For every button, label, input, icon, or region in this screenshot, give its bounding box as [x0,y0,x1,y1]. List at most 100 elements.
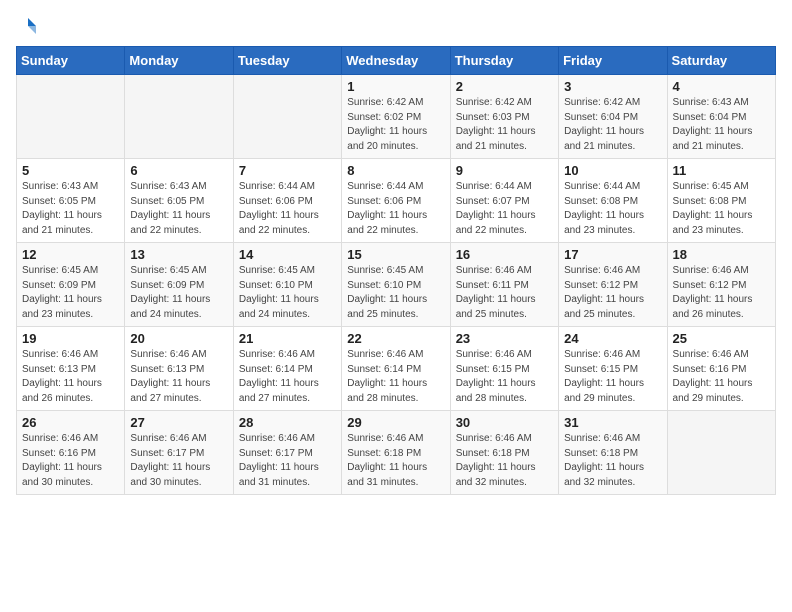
calendar-cell: 14Sunrise: 6:45 AMSunset: 6:10 PMDayligh… [233,243,341,327]
day-info: Sunrise: 6:44 AMSunset: 6:07 PMDaylight:… [456,180,553,238]
day-number: 14 [239,247,336,262]
calendar-cell: 20Sunrise: 6:46 AMSunset: 6:13 PMDayligh… [125,327,233,411]
day-number: 3 [564,79,661,94]
day-info: Sunrise: 6:45 AMSunset: 6:09 PMDaylight:… [130,264,227,322]
week-row-2: 12 Sunrise: 6:45 AMSunset: 6:09 PMDayligh… [17,243,776,327]
day-info: Sunrise: 6:45 AMSunset: 6:10 PMDaylight:… [347,264,444,322]
day-info: Sunrise: 6:42 AMSunset: 6:02 PMDaylight:… [347,96,444,154]
day-info: Sunrise: 6:46 AMSunset: 6:18 PMDaylight:… [456,432,553,490]
calendar-cell: 26Sunrise: 6:46 AMSunset: 6:16 PMDayligh… [17,411,125,495]
calendar-cell: 9 Sunrise: 6:44 AMSunset: 6:07 PMDaylight… [450,159,558,243]
day-number: 6 [130,163,227,178]
calendar-cell: 24 Sunrise: 6:46 AMSunset: 6:15 PMDayligh… [559,327,667,411]
calendar-cell: 4 Sunrise: 6:43 AMSunset: 6:04 PMDaylight… [667,75,775,159]
calendar-cell: 3Sunrise: 6:42 AMSunset: 6:04 PMDaylight… [559,75,667,159]
calendar-cell: 11 Sunrise: 6:45 AMSunset: 6:08 PMDayligh… [667,159,775,243]
calendar-header-row: SundayMondayTuesdayWednesdayThursdayFrid… [17,47,776,75]
calendar-cell [233,75,341,159]
day-number: 24 [564,331,661,346]
day-header-wednesday: Wednesday [342,47,450,75]
day-number: 31 [564,415,661,430]
day-number: 21 [239,331,336,346]
day-header-sunday: Sunday [17,47,125,75]
day-number: 23 [456,331,553,346]
day-info: Sunrise: 6:43 AMSunset: 6:05 PMDaylight:… [22,180,119,238]
day-number: 18 [673,247,770,262]
week-row-1: 5Sunrise: 6:43 AMSunset: 6:05 PMDaylight… [17,159,776,243]
day-info: Sunrise: 6:46 AMSunset: 6:17 PMDaylight:… [239,432,336,490]
calendar-cell: 19Sunrise: 6:46 AMSunset: 6:13 PMDayligh… [17,327,125,411]
calendar-cell [17,75,125,159]
day-info: Sunrise: 6:45 AMSunset: 6:09 PMDaylight:… [22,264,119,322]
calendar-cell: 2Sunrise: 6:42 AMSunset: 6:03 PMDaylight… [450,75,558,159]
calendar-cell: 13 Sunrise: 6:45 AMSunset: 6:09 PMDayligh… [125,243,233,327]
header [16,16,776,36]
calendar-cell: 5Sunrise: 6:43 AMSunset: 6:05 PMDaylight… [17,159,125,243]
day-number: 8 [347,163,444,178]
week-row-0: 1 Sunrise: 6:42 AMSunset: 6:02 PMDaylight… [17,75,776,159]
day-header-monday: Monday [125,47,233,75]
calendar-cell: 18 Sunrise: 6:46 AMSunset: 6:12 PMDayligh… [667,243,775,327]
day-number: 11 [673,163,770,178]
calendar-cell: 1 Sunrise: 6:42 AMSunset: 6:02 PMDaylight… [342,75,450,159]
day-info: Sunrise: 6:42 AMSunset: 6:03 PMDaylight:… [456,96,553,154]
day-number: 9 [456,163,553,178]
day-info: Sunrise: 6:45 AMSunset: 6:08 PMDaylight:… [673,180,770,238]
day-number: 7 [239,163,336,178]
day-info: Sunrise: 6:46 AMSunset: 6:14 PMDaylight:… [239,348,336,406]
calendar-cell [667,411,775,495]
calendar-table: SundayMondayTuesdayWednesdayThursdayFrid… [16,46,776,495]
calendar-cell: 30 Sunrise: 6:46 AMSunset: 6:18 PMDayligh… [450,411,558,495]
calendar-cell: 8 Sunrise: 6:44 AMSunset: 6:06 PMDaylight… [342,159,450,243]
day-info: Sunrise: 6:46 AMSunset: 6:12 PMDaylight:… [673,264,770,322]
day-number: 13 [130,247,227,262]
calendar-cell: 25 Sunrise: 6:46 AMSunset: 6:16 PMDayligh… [667,327,775,411]
day-info: Sunrise: 6:46 AMSunset: 6:16 PMDaylight:… [22,432,119,490]
day-info: Sunrise: 6:43 AMSunset: 6:05 PMDaylight:… [130,180,227,238]
day-info: Sunrise: 6:43 AMSunset: 6:04 PMDaylight:… [673,96,770,154]
calendar-cell: 15Sunrise: 6:45 AMSunset: 6:10 PMDayligh… [342,243,450,327]
day-info: Sunrise: 6:46 AMSunset: 6:11 PMDaylight:… [456,264,553,322]
day-header-thursday: Thursday [450,47,558,75]
day-info: Sunrise: 6:46 AMSunset: 6:16 PMDaylight:… [673,348,770,406]
day-number: 4 [673,79,770,94]
day-number: 10 [564,163,661,178]
week-row-3: 19Sunrise: 6:46 AMSunset: 6:13 PMDayligh… [17,327,776,411]
calendar-cell: 21 Sunrise: 6:46 AMSunset: 6:14 PMDayligh… [233,327,341,411]
day-number: 25 [673,331,770,346]
day-number: 1 [347,79,444,94]
day-number: 30 [456,415,553,430]
calendar-cell: 6 Sunrise: 6:43 AMSunset: 6:05 PMDaylight… [125,159,233,243]
day-header-saturday: Saturday [667,47,775,75]
logo-icon [18,16,38,36]
day-info: Sunrise: 6:44 AMSunset: 6:06 PMDaylight:… [239,180,336,238]
day-info: Sunrise: 6:46 AMSunset: 6:15 PMDaylight:… [456,348,553,406]
calendar-cell: 16 Sunrise: 6:46 AMSunset: 6:11 PMDayligh… [450,243,558,327]
calendar-cell: 17 Sunrise: 6:46 AMSunset: 6:12 PMDayligh… [559,243,667,327]
calendar-cell: 29 Sunrise: 6:46 AMSunset: 6:18 PMDayligh… [342,411,450,495]
day-number: 19 [22,331,119,346]
day-number: 22 [347,331,444,346]
day-number: 20 [130,331,227,346]
day-number: 29 [347,415,444,430]
day-info: Sunrise: 6:46 AMSunset: 6:12 PMDaylight:… [564,264,661,322]
day-number: 28 [239,415,336,430]
day-info: Sunrise: 6:46 AMSunset: 6:15 PMDaylight:… [564,348,661,406]
calendar-cell: 7 Sunrise: 6:44 AMSunset: 6:06 PMDaylight… [233,159,341,243]
day-number: 17 [564,247,661,262]
calendar-cell: 12 Sunrise: 6:45 AMSunset: 6:09 PMDayligh… [17,243,125,327]
day-info: Sunrise: 6:44 AMSunset: 6:06 PMDaylight:… [347,180,444,238]
day-number: 16 [456,247,553,262]
calendar-cell: 28 Sunrise: 6:46 AMSunset: 6:17 PMDayligh… [233,411,341,495]
calendar-cell [125,75,233,159]
day-number: 12 [22,247,119,262]
logo [16,16,38,36]
calendar-cell: 23 Sunrise: 6:46 AMSunset: 6:15 PMDayligh… [450,327,558,411]
day-info: Sunrise: 6:44 AMSunset: 6:08 PMDaylight:… [564,180,661,238]
day-info: Sunrise: 6:46 AMSunset: 6:18 PMDaylight:… [347,432,444,490]
calendar-cell: 27Sunrise: 6:46 AMSunset: 6:17 PMDayligh… [125,411,233,495]
day-number: 27 [130,415,227,430]
day-header-friday: Friday [559,47,667,75]
day-header-tuesday: Tuesday [233,47,341,75]
day-info: Sunrise: 6:46 AMSunset: 6:14 PMDaylight:… [347,348,444,406]
